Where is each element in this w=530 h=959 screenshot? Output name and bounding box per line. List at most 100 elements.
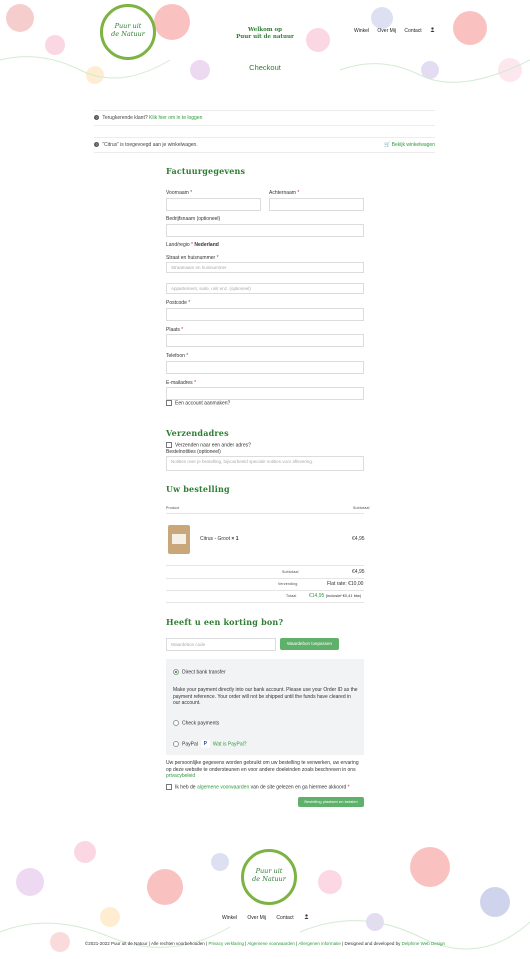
product-name: Citrus - Groot × 1 [200, 536, 239, 542]
cart-icon: 🛒 [384, 142, 391, 148]
phone-input[interactable] [166, 361, 364, 374]
create-account-checkbox[interactable] [166, 400, 172, 406]
order-notes-textarea[interactable]: Notities over je bestelling, bijvoorbeel… [166, 456, 364, 471]
product-image [168, 525, 190, 554]
company-label: Bedrijfsnaam (optioneel) [166, 216, 221, 222]
allergen-info-link[interactable]: Allergenen informatie [298, 941, 341, 946]
tagline-line1: Welkom op [247, 27, 283, 33]
cart-added-notice: ? “Citrus” is toegevoegd aan je winkelwa… [94, 137, 435, 153]
table-divider [166, 602, 364, 603]
header-tagline: Welkom op Puur uit de natuur [230, 27, 300, 41]
user-account-icon[interactable] [430, 27, 435, 32]
bank-label: Direct bank transfer [182, 669, 226, 676]
phone-label-text: Telefoon [166, 353, 185, 359]
coupon-input[interactable]: Waardebon code [166, 638, 276, 651]
terms-checkbox[interactable] [166, 784, 172, 790]
terms-conditions-link[interactable]: Algemene voorwaarden [247, 941, 295, 946]
privacy-statement-link[interactable]: Privacy verklaring [208, 941, 244, 946]
street-label: Straat en huisnummer * [166, 255, 219, 261]
first-name-label-text: Voornaam [166, 190, 189, 196]
country-label-text: Land/regio [166, 242, 190, 248]
required-mark: * [186, 353, 189, 359]
what-is-paypal-link[interactable]: Wat is PayPal? [213, 741, 247, 747]
copyright-text: ©2021-2022 Puur uit de Natuur | Alle rec… [84, 941, 208, 946]
postcode-input[interactable] [166, 308, 364, 321]
total-value: €14,95 (inclusief €0,41 btw) [309, 593, 361, 599]
total-tax: (inclusief €0,41 btw) [325, 593, 362, 598]
payment-paypal-option[interactable]: PayPal P Wat is PayPal? [173, 740, 247, 748]
required-mark: * [194, 380, 197, 386]
postcode-label-text: Postcode [166, 300, 187, 306]
bank-description: Make your payment directly into our bank… [173, 687, 358, 706]
cart-added-text: “Citrus” is toegevoegd aan je winkelwage… [102, 142, 198, 148]
first-name-label: Voornaam * [166, 190, 192, 196]
subtotal-label: Subtotaal [282, 570, 299, 574]
returning-customer-notice: ? Terugkerende klant? Klik hier om in te… [94, 110, 435, 126]
designer-link[interactable]: Delphine Web Design [402, 941, 445, 946]
footer-nav-winkel[interactable]: Winkel [222, 915, 237, 921]
paypal-label: PayPal [182, 741, 198, 748]
view-cart-label: Bekijk winkelwagen [391, 142, 435, 148]
company-input[interactable] [166, 224, 364, 237]
nav-item-contact[interactable]: Contact [404, 28, 421, 34]
footer-user-icon[interactable] [304, 914, 309, 919]
ship-different-label: Verzenden naar een ander adres? [175, 442, 251, 449]
info-icon: ? [94, 115, 99, 121]
shipping-value: Flat rate: €10,00 [327, 581, 364, 587]
info-icon: ? [94, 142, 99, 148]
terms-pre: Ik heb de [175, 784, 196, 791]
payment-methods-box: Direct bank transfer Make your payment d… [166, 659, 364, 755]
ship-different-row[interactable]: Verzenden naar een ander adres? [166, 442, 251, 448]
terms-link[interactable]: algemene voorwaarden [197, 784, 249, 790]
required-mark: * [181, 327, 184, 333]
coupon-heading: Heeft u een korting bon? [166, 617, 284, 627]
email-input[interactable] [166, 387, 364, 400]
billing-heading: Factuurgegevens [166, 166, 246, 176]
last-name-input[interactable] [269, 198, 364, 211]
footer-logo-line1: Puur uit [255, 867, 283, 875]
subtotal-value: €4,95 [352, 569, 365, 575]
designed-by-text: | Designed and developed by [342, 941, 401, 946]
nav-item-over-mij[interactable]: Over Mij [377, 28, 396, 34]
total-amount: €14,95 [309, 593, 325, 599]
table-divider [166, 578, 364, 579]
street2-input[interactable]: Appartement, suite, unit enz. (optioneel… [166, 283, 364, 294]
required-mark: * [191, 242, 193, 248]
email-label: E-mailadres * [166, 380, 196, 386]
order-heading: Uw bestelling [166, 484, 230, 494]
ship-different-checkbox[interactable] [166, 442, 172, 448]
apply-coupon-button[interactable]: Waardebon toepassen [280, 638, 339, 650]
country-label: Land/regio * Nederland [166, 242, 219, 248]
footer-logo-line2: de Natuur [252, 875, 286, 883]
shipping-label: Verzending [278, 582, 298, 586]
street-label-text: Straat en huisnummer [166, 255, 216, 261]
terms-row: Ik heb de algemene voorwaarden van de si… [166, 784, 350, 790]
place-order-button[interactable]: Bestelling plaatsen en betalen [298, 797, 364, 807]
paypal-radio[interactable] [173, 741, 179, 747]
footer-nav-over-mij[interactable]: Over Mij [247, 915, 266, 921]
footer-logo[interactable]: Puur uit de Natuur [241, 849, 297, 905]
country-value: Nederland [194, 242, 219, 248]
site-logo[interactable]: Puur uit de Natuur [100, 4, 156, 60]
city-input[interactable] [166, 334, 364, 347]
check-radio[interactable] [173, 720, 179, 726]
last-name-label: Achternaam * [269, 190, 299, 196]
privacy-policy-link[interactable]: privacybeleid [166, 773, 195, 779]
payment-check-option[interactable]: Check payments [173, 720, 219, 726]
payment-bank-option[interactable]: Direct bank transfer [173, 669, 226, 675]
create-account-row[interactable]: Een account aanmaken? [166, 400, 230, 406]
floral-header-background [0, 0, 530, 92]
view-cart-link[interactable]: 🛒 Bekijk winkelwagen [384, 138, 435, 152]
product-name-text: Citrus - Groot [200, 536, 231, 542]
required-mark: * [216, 255, 219, 261]
product-price: €4,95 [352, 536, 365, 542]
city-label-text: Plaats [166, 327, 180, 333]
login-link[interactable]: Klik hier om in te loggen [149, 115, 202, 121]
city-label: Plaats * [166, 327, 183, 333]
bank-radio[interactable] [173, 669, 179, 675]
footer-nav-contact[interactable]: Contact [276, 915, 293, 921]
first-name-input[interactable] [166, 198, 261, 211]
nav-item-winkel[interactable]: Winkel [354, 28, 369, 34]
street-input[interactable]: Straatnaam en huisnummer [166, 262, 364, 273]
logo-text-line1: Puur uit [114, 22, 142, 30]
